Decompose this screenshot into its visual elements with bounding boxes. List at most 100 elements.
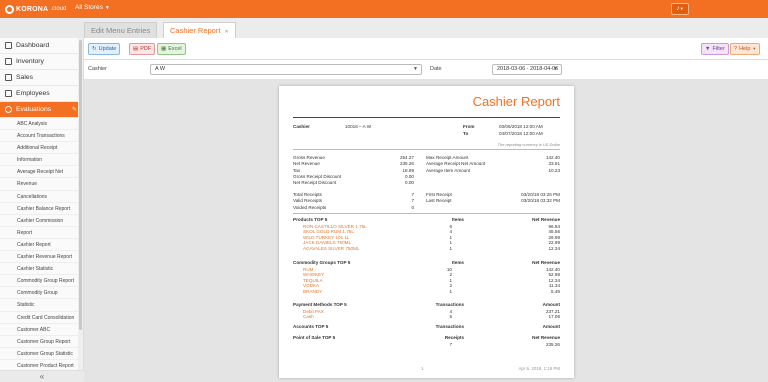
count-label: Last Receipt — [426, 198, 452, 204]
products-row-name: SKOL GOLD RUM 1.75L — [303, 229, 354, 235]
help-icon: ? — [734, 46, 738, 52]
report-page: Cashier Report Cashier 10016 – A W From … — [279, 86, 574, 378]
sidebar-subitem[interactable]: Revenue — [0, 178, 83, 191]
report-title: Cashier Report — [472, 94, 560, 109]
sidebar-item-sales[interactable]: Sales — [0, 70, 83, 86]
update-button[interactable]: ↻ Update — [88, 43, 121, 55]
sidebar-subitem[interactable]: Cashier Balance Report — [0, 203, 83, 215]
report-viewer: Cashier Report Cashier 10016 – A W From … — [84, 80, 768, 382]
commodity-row-name: TEQUILA — [303, 277, 323, 283]
employees-icon — [5, 90, 12, 97]
products-row-amount: 12.34 — [548, 245, 561, 251]
tab-label: Cashier Report — [170, 26, 221, 35]
commodity-row-count: 2 — [449, 272, 452, 278]
pos-col-header: Net Revenue — [532, 335, 560, 340]
korona-logo[interactable]: KORONA .cloud — [5, 4, 66, 14]
count-value: 7 — [411, 192, 414, 197]
products-row-name: AGAVALES SILVER 750ML — [303, 245, 360, 251]
sidebar-subitem[interactable]: Cashier Report — [0, 239, 83, 252]
excel-label: Excel — [168, 46, 182, 52]
dashboard-icon — [5, 42, 12, 49]
cashier-label: Cashier — [293, 124, 310, 129]
stat-value: 18.99 — [402, 167, 415, 173]
logo-text: KORONA — [16, 5, 49, 13]
sidebar-item-employees[interactable]: Employees — [0, 86, 83, 102]
sidebar-item-label: Inventory — [16, 57, 44, 65]
sidebar-subitem[interactable]: Statistic — [0, 299, 83, 312]
tab-edit-menu-entries[interactable]: Edit Menu Entries — [84, 22, 158, 38]
cashier-select-value: A W — [155, 66, 166, 72]
sidebar-subitem[interactable]: Customer Group Statistic — [0, 348, 83, 360]
date-range-select[interactable]: 2018-03-06 - 2018-04-06 ▼ — [492, 64, 562, 75]
chevron-down-icon: ▼ — [553, 66, 558, 72]
sidebar-subitem[interactable]: Commodity Group Report — [0, 275, 83, 288]
sidebar-subitem[interactable]: Commodity Group — [0, 287, 83, 300]
divider — [293, 149, 560, 150]
sidebar-subitem[interactable]: Account Transactions — [0, 130, 83, 143]
sidebar-item-inventory[interactable]: Inventory — [0, 54, 83, 70]
pos-section-title: Point of Sale TOP 5 — [293, 335, 336, 340]
store-selector[interactable]: All Stores ▼ — [75, 4, 110, 11]
stat-value: 235.26 — [399, 161, 414, 167]
commodity-row-name: RUM — [303, 266, 314, 272]
commodity-row-amount: 52.98 — [548, 272, 561, 278]
tab-cashier-report[interactable]: Cashier Report ✕ — [163, 22, 236, 39]
chevron-down-icon: ▼ — [413, 66, 418, 72]
evaluations-icon — [5, 106, 12, 113]
count-label: Total Receipts — [293, 192, 322, 197]
stat-value: 33.61 — [548, 161, 561, 167]
commodity-row-count: 1 — [449, 288, 452, 294]
count-value: 7 — [411, 198, 414, 204]
sidebar-subitem[interactable]: Cashier Revenue Report — [0, 251, 83, 264]
products-row-count: 4 — [449, 229, 452, 235]
products-row-amount: 29.99 — [548, 234, 561, 240]
products-row-name: JACK DANIELS 750ML — [303, 240, 351, 246]
sidebar-subitem[interactable]: Credit Card Consolidation — [0, 312, 83, 324]
products-row-count: 6 — [449, 223, 452, 229]
sidebar-subitem[interactable]: Customer ABC — [0, 324, 83, 336]
products-row-name: WILD TURKEY 101 1L — [303, 234, 350, 240]
excel-icon: ▦ — [161, 46, 167, 52]
commodity-row-amount: 12.34 — [548, 277, 561, 283]
sidebar-subitem[interactable]: Cashier Commission — [0, 215, 83, 227]
help-button[interactable]: ? Help ▼ — [730, 43, 761, 55]
chevron-down-icon: ▼ — [104, 5, 110, 11]
collapse-sidebar-button[interactable]: « — [0, 370, 84, 382]
sidebar-subitem[interactable]: Information — [0, 154, 83, 167]
count-label: First Receipt — [426, 192, 452, 197]
date-range-value: 2018-03-06 - 2018-04-06 — [497, 66, 559, 72]
page-date: Apr 6, 2018, 1:19 PM — [518, 366, 561, 371]
filter-icon: ▼ — [705, 46, 711, 52]
sidebar-item-label: Evaluations — [16, 105, 52, 113]
close-tab-icon[interactable]: ✕ — [224, 29, 228, 35]
notifications-button[interactable]: ♪▼ — [671, 3, 689, 15]
stat-value: 10.23 — [548, 167, 561, 173]
commodity-row-name: VODKA — [303, 283, 320, 289]
sidebar-subitem[interactable]: Report — [0, 227, 83, 239]
commodity-row-count: 2 — [449, 283, 452, 289]
sidebar-subitem[interactable]: Cashier Statistic — [0, 263, 83, 276]
sidebar-subitem[interactable]: ABC Analysis — [0, 118, 83, 131]
edit-icon[interactable]: ✎ — [72, 102, 77, 118]
sidebar-subitem[interactable]: Additional Receipt — [0, 142, 83, 155]
stat-label: Average Receipt Net Amount — [426, 161, 486, 167]
sidebar-subitem[interactable]: Average Receipt Net — [0, 166, 83, 179]
sidebar-subitem[interactable]: Customer Group Report — [0, 336, 83, 348]
cashier-select[interactable]: A W ▼ — [150, 64, 422, 75]
sidebar-item-evaluations[interactable]: Evaluations ✎ — [0, 102, 83, 118]
sidebar-scrollbar[interactable] — [78, 38, 83, 370]
pdf-button[interactable]: ▤ PDF — [129, 43, 156, 55]
currency-note: The reporting currency is US Dollar — [497, 142, 560, 147]
commodity-section-title: Commodity Groups TOP 5 — [293, 260, 351, 265]
stat-label: Gross Receipt Discount — [293, 173, 342, 179]
sidebar-item-label: Dashboard — [16, 41, 50, 49]
stat-label: Average Item Amount — [426, 167, 471, 173]
excel-button[interactable]: ▦ Excel — [157, 43, 186, 55]
sidebar-scrollbar-thumb[interactable] — [79, 40, 82, 330]
sidebar-subitem[interactable]: Cancellations — [0, 191, 83, 203]
filter-button[interactable]: ▼ Filter — [701, 43, 729, 55]
sidebar-item-dashboard[interactable]: Dashboard — [0, 38, 83, 54]
korona-logo-icon — [5, 4, 14, 14]
payments-row-amount: 17.06 — [548, 314, 561, 320]
sales-icon — [5, 74, 12, 81]
